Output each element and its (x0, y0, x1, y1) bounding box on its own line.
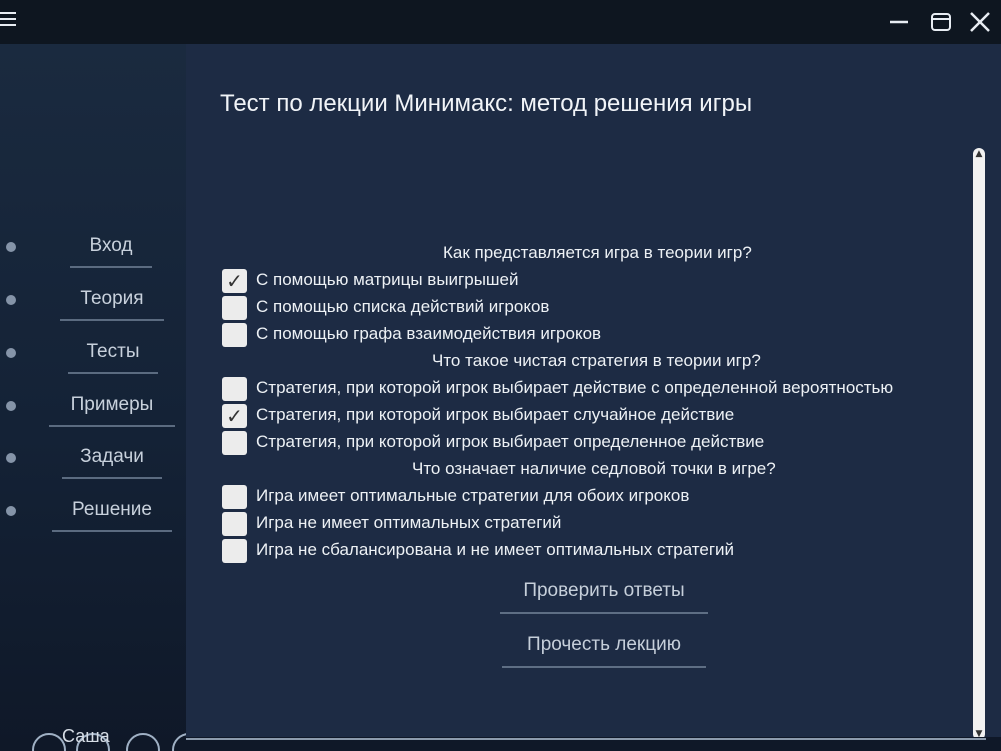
option-label: С помощью матрицы выигрышей (256, 270, 519, 289)
page-title: Тест по лекции Минимакс: метод решения и… (220, 90, 753, 117)
sidebar-item-label: Решение (72, 499, 152, 520)
sidebar-item-label: Примеры (70, 394, 154, 415)
nav-underline (60, 319, 164, 321)
option-3-2[interactable]: Игра не имеет оптимальных стратегий (222, 511, 962, 537)
sidebar-item-solution[interactable]: Решение (0, 496, 186, 532)
checkbox-checked[interactable]: ✓ (222, 269, 247, 293)
sidebar-item-theory[interactable]: Теория (0, 285, 186, 321)
read-lecture-button[interactable]: Прочесть лекцию (502, 628, 706, 668)
vertical-scrollbar[interactable]: ▲ ▼ (971, 148, 985, 740)
checkbox-checked[interactable]: ✓ (222, 404, 247, 428)
nav-underline (52, 530, 172, 532)
sidebar-item-label: Теория (80, 288, 144, 309)
checkbox[interactable] (222, 431, 247, 455)
nav-dot-icon (6, 401, 16, 411)
scroll-up-icon[interactable]: ▲ (973, 148, 985, 160)
read-lecture-label: Прочесть лекцию (527, 634, 681, 655)
sidebar-item-label: Тесты (86, 341, 140, 362)
nav-dot-icon (6, 348, 16, 358)
option-label: Игра не сбалансирована и не имеет оптима… (256, 540, 735, 559)
checkbox[interactable] (222, 323, 247, 347)
checkbox[interactable] (222, 296, 247, 320)
sidebar-item-login[interactable]: Вход (0, 232, 186, 268)
sidebar-item-tasks[interactable]: Задачи (0, 443, 186, 479)
checkbox[interactable] (222, 512, 247, 536)
question-3: Что означает наличие седловой точки в иг… (412, 459, 776, 478)
option-1-1[interactable]: ✓ С помощью матрицы выигрышей (222, 268, 962, 294)
button-underline (500, 612, 708, 614)
option-3-1[interactable]: Игра имеет оптимальные стратегии для обо… (222, 484, 962, 510)
option-2-1[interactable]: Стратегия, при которой игрок выбирает де… (222, 376, 962, 402)
sidebar: Вход Теория Тесты Примеры Задачи Решение (0, 44, 186, 751)
option-1-2[interactable]: С помощью списка действий игроков (222, 295, 962, 321)
option-3-3[interactable]: Игра не сбалансирована и не имеет оптима… (222, 538, 962, 564)
nav-dot-icon (6, 453, 16, 463)
sidebar-item-label: Вход (89, 235, 133, 256)
maximize-icon[interactable] (927, 8, 955, 36)
option-label: Игра имеет оптимальные стратегии для обо… (256, 486, 690, 505)
nav-underline (62, 477, 162, 479)
option-1-3[interactable]: С помощью графа взаимодействия игроков (222, 322, 962, 348)
scrollbar-track[interactable] (973, 148, 985, 740)
option-label: С помощью списка действий игроков (256, 297, 550, 316)
question-2: Что такое чистая стратегия в теории игр? (432, 351, 761, 370)
close-icon[interactable] (966, 8, 994, 36)
hamburger-menu-icon[interactable] (0, 12, 18, 30)
main-content: Тест по лекции Минимакс: метод решения и… (186, 44, 1001, 740)
checkbox[interactable] (222, 539, 247, 563)
option-2-3[interactable]: Стратегия, при которой игрок выбирает оп… (222, 430, 962, 456)
question-1: Как представляется игра в теории игр? (443, 243, 752, 262)
sidebar-item-tests[interactable]: Тесты (0, 338, 186, 374)
nav-underline (49, 425, 175, 427)
bottom-divider (186, 738, 986, 740)
check-answers-button[interactable]: Проверить ответы (500, 574, 708, 614)
sidebar-item-label: Задачи (80, 446, 144, 467)
option-label: Стратегия, при которой игрок выбирает сл… (256, 405, 735, 424)
user-name: Саша (62, 726, 110, 746)
nav-dot-icon (6, 242, 16, 252)
sidebar-item-examples[interactable]: Примеры (0, 391, 186, 427)
nav-dot-icon (6, 506, 16, 516)
button-underline (502, 666, 706, 668)
option-label: С помощью графа взаимодействия игроков (256, 324, 602, 343)
minimize-icon[interactable] (885, 8, 913, 36)
option-label: Игра не имеет оптимальных стратегий (256, 513, 562, 532)
check-answers-label: Проверить ответы (523, 580, 685, 601)
nav-underline (70, 266, 152, 268)
nav-underline (68, 372, 158, 374)
checkbox[interactable] (222, 377, 247, 401)
option-label: Стратегия, при которой игрок выбирает оп… (256, 432, 765, 451)
title-bar (0, 0, 1001, 44)
option-2-2[interactable]: ✓ Стратегия, при которой игрок выбирает … (222, 403, 962, 429)
option-label: Стратегия, при которой игрок выбирает де… (256, 378, 894, 397)
nav-dot-icon (6, 295, 16, 305)
checkbox[interactable] (222, 485, 247, 509)
